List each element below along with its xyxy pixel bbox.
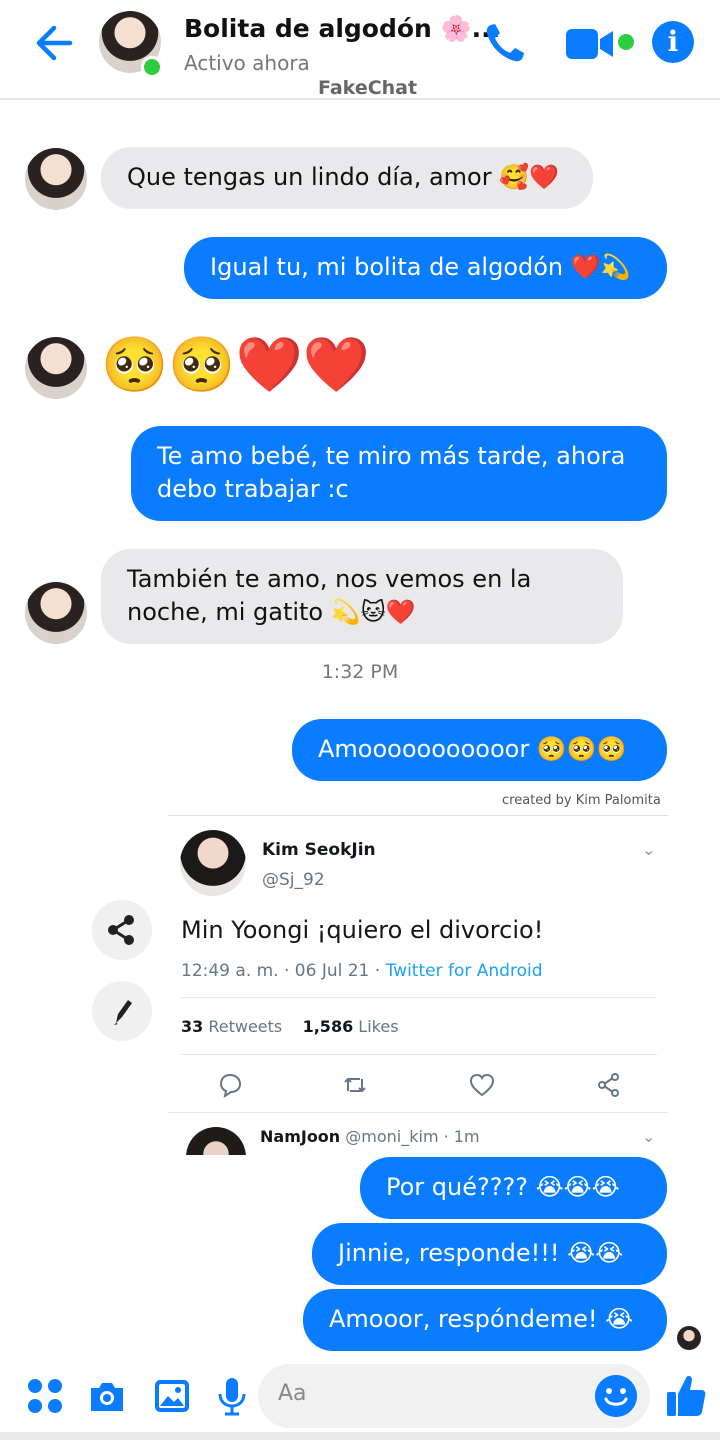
pencil-icon <box>114 1000 132 1025</box>
message-bubble-outgoing[interactable]: Igual tu, mi bolita de algodón ❤️💫 <box>184 237 667 299</box>
camera-icon[interactable] <box>87 1376 127 1416</box>
tweet-text: Min Yoongi ¡quiero el divorcio! <box>181 916 544 944</box>
retweet-icon[interactable] <box>341 1071 369 1099</box>
message-line: También te amo, nos vemos en la <box>127 565 532 593</box>
message-bubble-outgoing[interactable]: Te amo bebé, te miro más tarde, ahora de… <box>131 426 667 521</box>
tweet-author-handle[interactable]: @Sj_92 <box>262 870 325 890</box>
contact-message-avatar[interactable] <box>25 337 87 399</box>
reply-author-avatar[interactable] <box>186 1127 246 1155</box>
tweet-meta: 12:49 a. m. · 06 Jul 21 · Twitter for An… <box>181 961 542 981</box>
tweet-date: 12:49 a. m. · 06 Jul 21 · <box>181 961 386 981</box>
message-bubble-incoming[interactable]: Que tengas un lindo día, amor 🥰❤️ <box>101 147 593 209</box>
system-navigation-bar <box>0 1432 720 1440</box>
share-icon <box>108 915 134 945</box>
edit-button[interactable] <box>92 981 152 1041</box>
tweet-stats: 33 Retweets 1,586 Likes <box>181 1017 399 1036</box>
message-input[interactable]: Aa <box>258 1364 650 1428</box>
video-available-dot <box>618 34 634 50</box>
contact-name[interactable]: Bolita de algodón 🌸... <box>184 14 500 44</box>
phone-icon[interactable] <box>482 20 528 66</box>
message-timestamp: 1:32 PM <box>321 661 399 683</box>
reply-author[interactable]: NamJoon @moni_kim · 1m <box>260 1127 480 1146</box>
message-bubble-outgoing[interactable]: Jinnie, responde!!! 😭😭 <box>312 1223 667 1285</box>
app-watermark: FakeChat <box>318 77 418 99</box>
contact-message-avatar[interactable] <box>25 148 87 210</box>
retweets-label[interactable]: Retweets <box>203 1017 282 1036</box>
active-status: Activo ahora <box>184 51 310 75</box>
reply-author-meta: @moni_kim · 1m <box>340 1127 480 1146</box>
likes-count[interactable]: 1,586 <box>303 1017 354 1036</box>
retweets-count[interactable]: 33 <box>181 1017 203 1036</box>
share-button[interactable] <box>92 900 152 960</box>
message-bubble-outgoing[interactable]: Amooor, respóndeme! 😭 <box>303 1289 667 1351</box>
message-composer: Aa <box>0 1360 720 1440</box>
gallery-icon[interactable] <box>152 1376 192 1416</box>
chevron-down-icon[interactable]: ⌄ <box>642 840 655 859</box>
likes-label[interactable]: Likes <box>353 1017 398 1036</box>
like-icon[interactable] <box>468 1071 496 1099</box>
messenger-chat-screen: { "header": { "contact_name": "Bolita de… <box>0 0 720 1440</box>
tweet-author-name[interactable]: Kim SeokJin <box>262 840 376 860</box>
contact-message-avatar[interactable] <box>25 582 87 644</box>
image-credit: created by Kim Palomita <box>502 793 661 808</box>
microphone-icon[interactable] <box>212 1376 252 1416</box>
message-input-placeholder: Aa <box>278 1381 307 1406</box>
tweet-reply-preview[interactable]: NamJoon @moni_kim · 1m ⌄ <box>168 1112 668 1155</box>
chevron-down-icon[interactable]: ⌄ <box>642 1127 655 1146</box>
tweet-share-icon[interactable] <box>595 1071 623 1099</box>
emoji-message[interactable]: 🥺🥺❤️❤️ <box>101 334 370 396</box>
message-line: noche, mi gatito 💫🐱❤️ <box>127 598 416 626</box>
message-bubble-outgoing[interactable]: Por qué???? 😭😭😭 <box>360 1157 667 1219</box>
thumbs-up-icon[interactable] <box>665 1372 707 1418</box>
tweet-client[interactable]: Twitter for Android <box>386 961 543 981</box>
menu-grid-icon[interactable] <box>25 1376 65 1416</box>
back-arrow-icon[interactable] <box>30 20 80 66</box>
info-icon[interactable]: i <box>652 21 694 63</box>
divider <box>181 1054 657 1055</box>
emoji-icon[interactable] <box>595 1375 637 1417</box>
chat-header: Bolita de algodón 🌸... Activo ahora Fake… <box>0 0 720 100</box>
message-bubble-incoming[interactable]: También te amo, nos vemos en la noche, m… <box>101 549 623 644</box>
shared-tweet-card[interactable]: Kim SeokJin @Sj_92 ⌄ Min Yoongi ¡quiero … <box>168 815 668 1155</box>
message-bubble-outgoing[interactable]: Amooooooooooor 🥺🥺🥺 <box>292 719 667 781</box>
video-camera-icon[interactable] <box>565 26 615 62</box>
online-status-dot <box>141 56 163 78</box>
reply-author-name: NamJoon <box>260 1127 341 1146</box>
read-receipt-avatar <box>677 1326 701 1350</box>
tweet-author-avatar[interactable] <box>180 830 246 896</box>
message-line: Te amo bebé, te miro más tarde, ahora <box>157 442 626 470</box>
message-line: debo trabajar :c <box>157 475 349 503</box>
divider <box>181 997 657 998</box>
reply-icon[interactable] <box>216 1071 244 1099</box>
